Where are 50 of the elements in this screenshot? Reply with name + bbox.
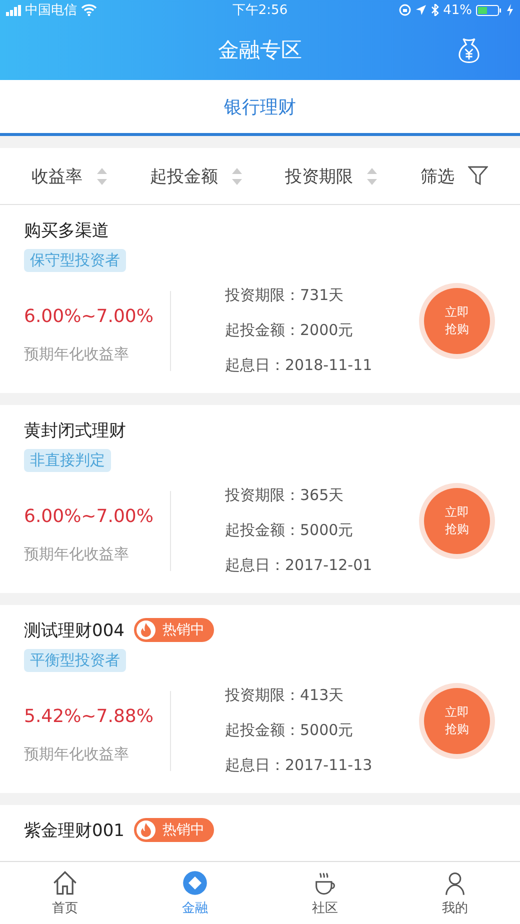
yield-rate: 6.00%~7.00% — [24, 506, 154, 526]
product-name: 购买多渠道 — [24, 220, 109, 242]
sort-icon — [367, 168, 378, 184]
tab-item[interactable]: 社区 — [260, 862, 390, 924]
term-text: 投资期限：413天 — [225, 686, 345, 705]
yield-label: 预期年化收益率 — [24, 544, 130, 564]
investor-tag: 保守型投资者 — [24, 249, 126, 272]
product-name: 测试理财004 — [24, 620, 124, 642]
sort-label[interactable]: 投资期限 — [285, 164, 354, 188]
min-amount-text: 起投金额：5000元 — [225, 521, 354, 540]
sort-icon — [96, 168, 107, 184]
start-date-text: 起息日：2017-12-01 — [225, 556, 374, 575]
investor-tag: 非直接判定 — [24, 449, 111, 472]
home-icon — [52, 870, 78, 896]
filter-label[interactable]: 筛选 — [420, 164, 454, 188]
battery-icon — [476, 4, 502, 16]
sort-label[interactable]: 起投金额 — [150, 164, 218, 188]
term-text: 投资期限：365天 — [225, 486, 345, 505]
start-date-text: 起息日：2018-11-11 — [225, 356, 374, 375]
signal-icon — [6, 4, 21, 16]
start-date-text: 起息日：2017-11-13 — [225, 756, 374, 775]
filter-icon — [468, 166, 488, 186]
product-name: 黄封闭式理财 — [24, 420, 126, 442]
segment-tab[interactable]: 银行理财 — [0, 80, 520, 136]
status-time: 下午2:56 — [232, 3, 288, 18]
product-name: 紫金理财001 — [24, 820, 124, 842]
yield-label: 预期年化收益率 — [24, 344, 130, 364]
yield-rate: 6.00%~7.00% — [24, 306, 154, 326]
sort-label[interactable]: 收益率 — [32, 164, 83, 188]
hot-badge: 热销中 — [134, 818, 214, 842]
hot-badge: 热销中 — [134, 618, 214, 642]
location-icon — [415, 4, 428, 16]
page-title: 金融专区 — [218, 37, 302, 64]
tab-item[interactable]: 首页 — [0, 862, 130, 924]
rotation-lock-icon — [399, 4, 412, 16]
battery-percent: 41% — [443, 2, 472, 18]
tab-item[interactable]: 我的 — [390, 862, 520, 924]
flame-icon — [136, 820, 156, 840]
flame-icon — [136, 620, 156, 640]
investor-tag: 平衡型投资者 — [24, 649, 126, 672]
sort-icon — [232, 168, 242, 184]
min-amount-text: 起投金额：2000元 — [225, 321, 354, 340]
charging-icon — [506, 4, 514, 16]
term-text: 投资期限：731天 — [225, 286, 345, 305]
min-amount-text: 起投金额：5000元 — [225, 721, 354, 740]
yield-rate: 5.42%~7.88% — [24, 706, 154, 726]
wifi-icon — [81, 4, 97, 16]
yield-label: 预期年化收益率 — [24, 744, 130, 764]
carrier-name: 中国电信 — [25, 2, 77, 19]
bluetooth-icon — [431, 4, 440, 16]
